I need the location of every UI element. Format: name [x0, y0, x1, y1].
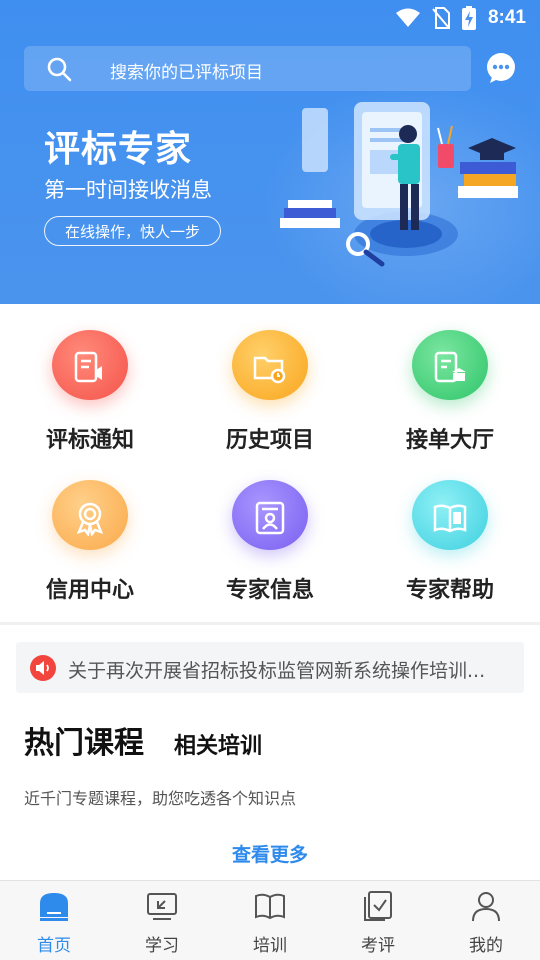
search-icon: [47, 57, 72, 82]
nav-label: 培训: [253, 936, 287, 956]
nav-training[interactable]: 培训: [216, 881, 324, 960]
status-time: 8:41: [487, 7, 526, 28]
banner-illustration: [280, 102, 518, 267]
nav-profile[interactable]: 我的: [432, 881, 540, 960]
profile-icon: [472, 892, 500, 922]
section-divider: [0, 622, 540, 625]
nav-label: 我的: [469, 936, 503, 956]
feature-label: 接单大厅: [405, 428, 494, 453]
feature-grid: 评标通知 历史项目 接单大厅 信用中心 专家信息 专家帮助: [0, 304, 540, 622]
feature-expert-help[interactable]: 专家帮助: [360, 454, 540, 604]
training-book-icon: [255, 893, 285, 920]
banner-slogan-pill: 在线操作，快人一步: [44, 216, 221, 246]
nav-label: 考评: [361, 936, 395, 956]
exam-check-icon: [364, 891, 392, 921]
feature-order-hall[interactable]: 接单大厅: [360, 304, 540, 454]
search-placeholder: 搜索你的已评标项目: [110, 63, 263, 83]
nav-home[interactable]: 首页: [0, 881, 108, 960]
folder-clock-icon: [232, 330, 308, 400]
feature-label: 评标通知: [45, 428, 134, 453]
study-icon: [147, 893, 177, 920]
search-input[interactable]: 搜索你的已评标项目: [24, 46, 471, 91]
tab-related-training[interactable]: 相关培训: [174, 728, 262, 760]
feature-label: 专家信息: [225, 578, 314, 603]
status-icons: 8:41: [395, 6, 526, 30]
expert-id-icon: [232, 480, 308, 550]
book-icon: [412, 480, 488, 550]
battery-charging-icon: [461, 6, 476, 30]
nav-exam[interactable]: 考评: [324, 881, 432, 960]
tab-hot-courses[interactable]: 热门课程: [24, 718, 144, 762]
banner-subtitle: 第一时间接收消息: [44, 178, 212, 202]
nav-study[interactable]: 学习: [108, 881, 216, 960]
no-sim-icon: [432, 7, 450, 29]
notice-bar[interactable]: 关于再次开展省招标投标监管网新系统操作培训...: [16, 642, 524, 693]
notice-text: 关于再次开展省招标投标监管网新系统操作培训...: [68, 660, 486, 682]
nav-label: 首页: [37, 936, 71, 956]
header-banner: 8:41 搜索你的已评标项目 评标专家 第一时间接收消息 在线操作，快人一步: [0, 0, 540, 304]
feature-expert-info[interactable]: 专家信息: [180, 454, 360, 604]
badge-icon: [52, 480, 128, 550]
view-more-link[interactable]: 查看更多: [0, 840, 540, 867]
feature-label: 历史项目: [225, 428, 314, 453]
home-icon: [40, 893, 68, 921]
doc-bank-icon: [412, 330, 488, 400]
speaker-icon: [30, 655, 56, 681]
message-icon[interactable]: [484, 51, 518, 85]
feature-label: 信用中心: [45, 578, 134, 603]
status-bar: 8:41: [0, 0, 540, 36]
feature-bid-notice[interactable]: 评标通知: [0, 304, 180, 454]
nav-label: 学习: [145, 936, 179, 956]
wifi-icon: [395, 8, 420, 27]
feature-label: 专家帮助: [405, 578, 494, 603]
course-description: 近千门专题课程，助您吃透各个知识点: [24, 789, 297, 808]
bottom-nav: 首页 学习 培训 考评 我的: [0, 880, 540, 960]
notice-doc-icon: [52, 330, 128, 400]
banner-title: 评标专家: [44, 129, 193, 170]
feature-credit-center[interactable]: 信用中心: [0, 454, 180, 604]
feature-history-projects[interactable]: 历史项目: [180, 304, 360, 454]
